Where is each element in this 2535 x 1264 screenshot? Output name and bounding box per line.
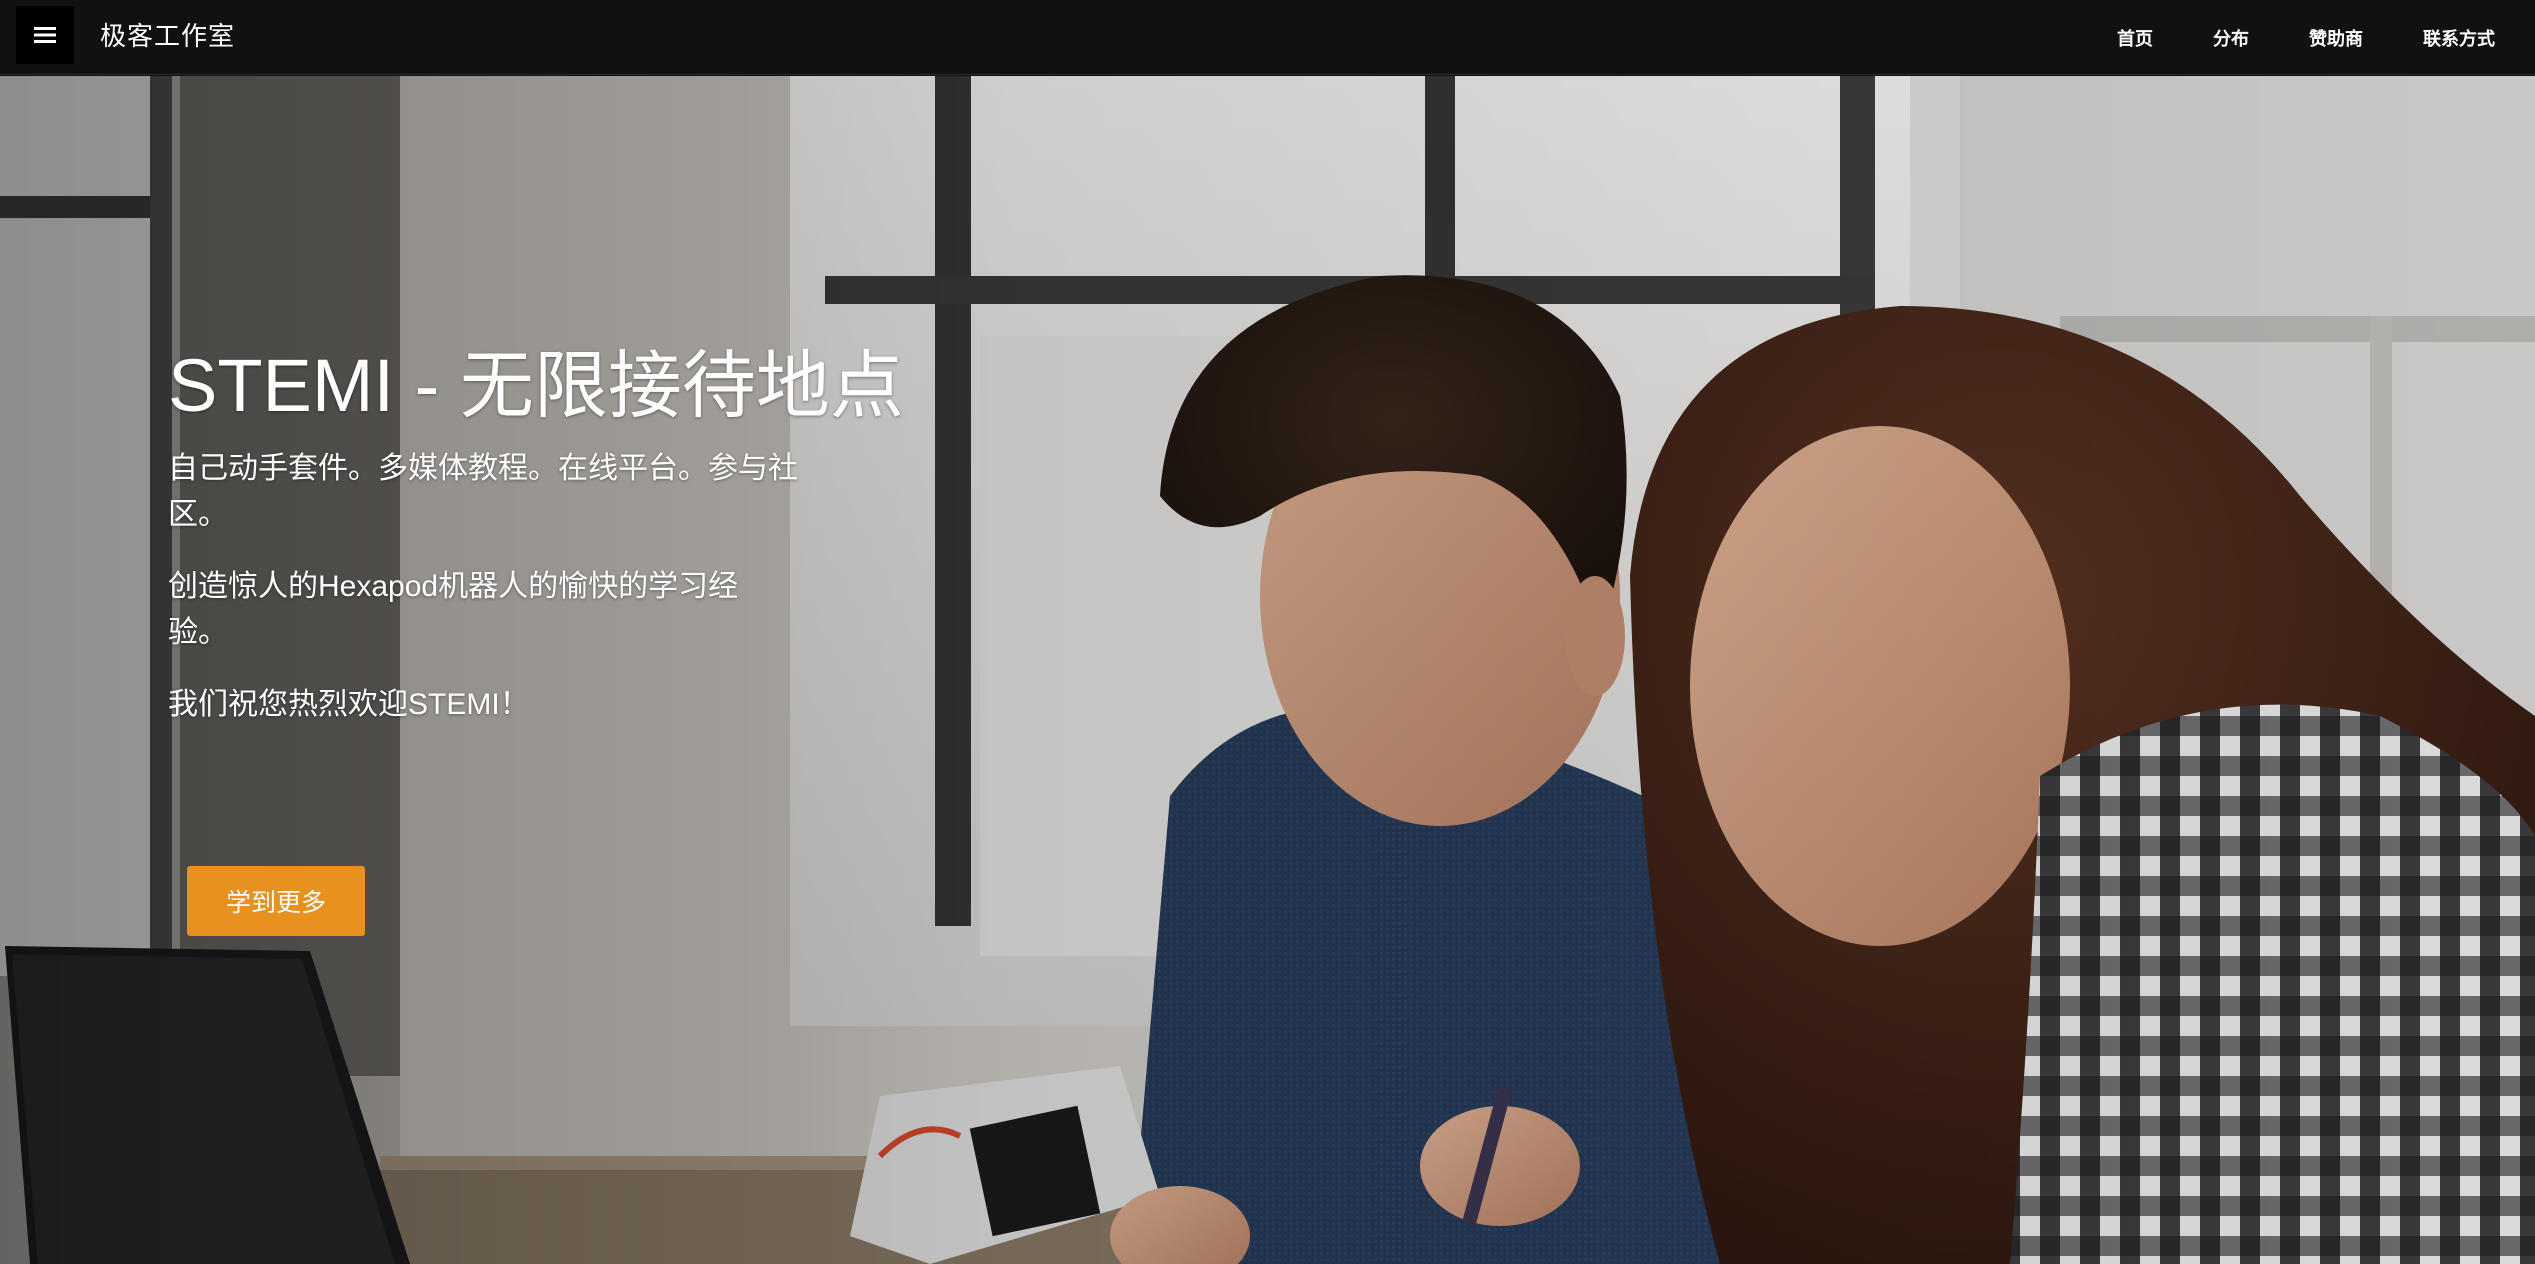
hero-paragraph-1: 自己动手套件。多媒体教程。在线平台。参与社区。 [168, 452, 798, 532]
top-navbar: 极客工作室 首页 分布 赞助商 联系方式 [0, 0, 2535, 75]
nav-link-sponsors[interactable]: 赞助商 [2309, 25, 2363, 51]
nav-links: 首页 分布 赞助商 联系方式 [2057, 0, 2495, 75]
learn-more-button[interactable]: 学到更多 [187, 866, 365, 936]
hero-content: STEMI - 无限接待地点 自己动手套件。多媒体教程。在线平台。参与社区。 创… [168, 345, 928, 754]
brand-name[interactable]: 极客工作室 [100, 0, 235, 75]
hero-paragraph-2: 创造惊人的Hexapod机器人的愉快的学习经验。 [168, 570, 739, 650]
hamburger-menu-icon[interactable] [16, 6, 74, 64]
nav-link-distribution[interactable]: 分布 [2213, 25, 2249, 51]
nav-link-home[interactable]: 首页 [2117, 25, 2153, 51]
nav-link-contact[interactable]: 联系方式 [2423, 25, 2495, 51]
hero-paragraph-3: 我们祝您热烈欢迎STEMI！ [168, 688, 530, 722]
hero-title: STEMI - 无限接待地点 [168, 344, 904, 427]
